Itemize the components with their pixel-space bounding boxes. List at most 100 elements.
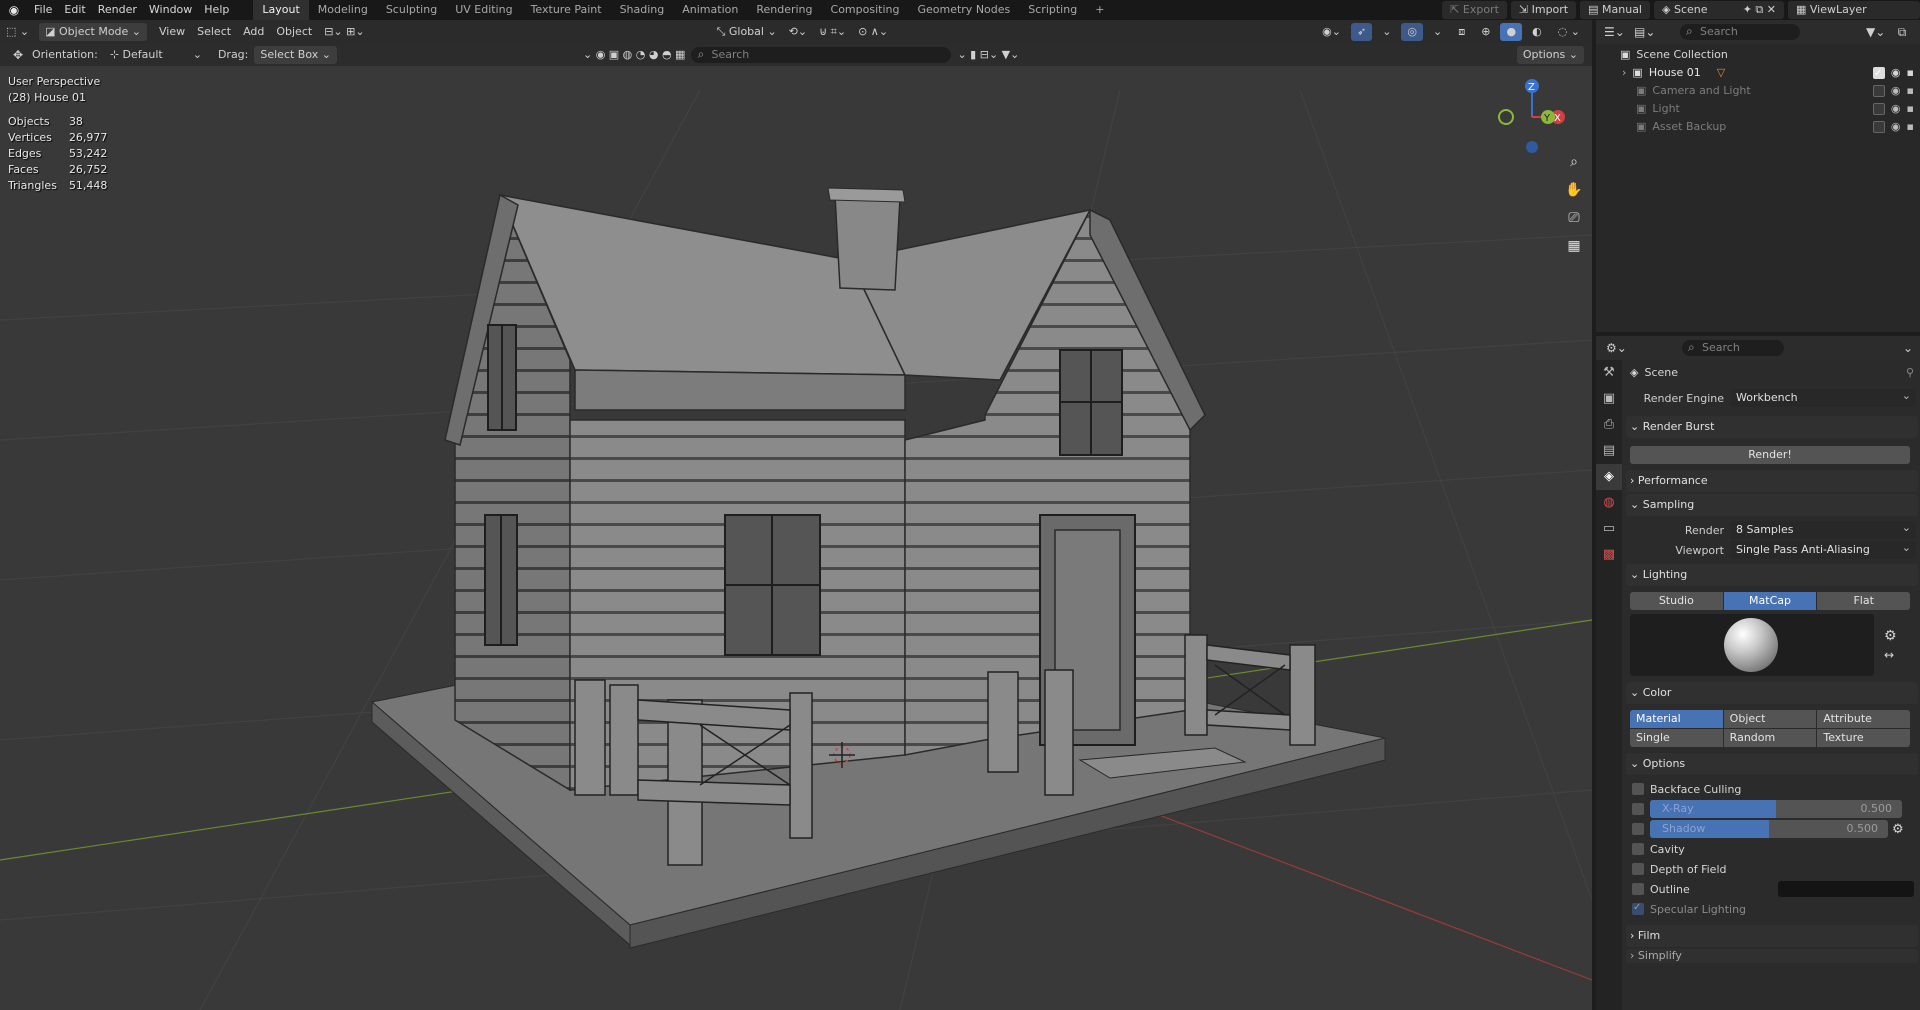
camera-view-icon[interactable]: ⎚ [1562,206,1586,230]
color-material[interactable]: Material [1630,710,1723,728]
viewlayer-selector[interactable]: ▦ ViewLayer [1788,1,1920,19]
cavity-checkbox[interactable] [1632,843,1644,855]
tab-layout[interactable]: Layout [253,0,309,20]
panel-film[interactable]: › Film [1626,925,1918,947]
move-tool-icon[interactable]: ✥ [10,47,26,63]
menu-window[interactable]: Window [143,0,198,20]
object-menu[interactable]: Object [270,23,318,41]
tab-compositing[interactable]: Compositing [822,0,909,20]
color-random[interactable]: Random [1723,729,1817,747]
pan-hand-icon[interactable]: ✋ [1562,178,1586,202]
select-menu[interactable]: Select [191,23,237,41]
gear-icon[interactable]: ⚙ [1884,628,1897,644]
camera-icon[interactable]: ▪ [1907,118,1914,136]
viewport-scene[interactable] [0,20,1592,1010]
flip-icon[interactable]: ↔ [1884,648,1897,662]
exclude-checkbox[interactable] [1872,121,1885,133]
render-engine-dropdown[interactable]: Workbench [1730,387,1916,407]
eye-icon[interactable]: ◉ [1891,118,1901,136]
3d-viewport[interactable]: ⬚ ⌄ ◪ Object Mode ⌄ View Select Add Obje… [0,20,1592,1010]
tab-uv-editing[interactable]: UV Editing [446,0,521,20]
editor-type-button[interactable]: ⬚ ⌄ [0,23,35,41]
gear-icon[interactable]: ⚙ [1892,822,1904,837]
specular-lighting-row[interactable]: Specular Lighting [1632,899,1918,919]
camera-icon[interactable]: ▪ [1907,100,1914,118]
shadow-checkbox[interactable] [1632,823,1644,835]
depth-of-field-row[interactable]: Depth of Field [1632,859,1918,879]
visibility-dropdown[interactable]: ◉⌄ [1316,23,1347,41]
xray-slider[interactable]: X-Ray 0.500 [1650,800,1902,818]
exclude-checkbox[interactable] [1872,85,1885,97]
lighting-flat[interactable]: Flat [1817,592,1911,610]
panel-lighting[interactable]: ⌄ Lighting [1626,564,1918,586]
navigation-gizmo[interactable]: Z X Y [1492,72,1572,162]
proportional-edit-toggle[interactable]: ⊙ ∧⌄ [852,23,894,41]
tab-rendering[interactable]: Rendering [747,0,821,20]
eye-icon[interactable]: ◉ [1891,82,1901,100]
display-mode-icon[interactable]: ▤⌄ [1634,24,1655,40]
xray-checkbox[interactable] [1632,803,1644,815]
outline-checkbox[interactable] [1632,883,1644,895]
tab-sculpting[interactable]: Sculpting [377,0,446,20]
specular-lighting-checkbox[interactable] [1632,903,1644,915]
color-single[interactable]: Single [1630,729,1723,747]
outliner-item-asset-backup[interactable]: ▣ Asset Backup ◉ ▪ [1596,118,1920,136]
tab-render[interactable]: ▣ [1596,386,1622,412]
pin-icon[interactable]: ⚲ [1906,366,1914,379]
chevron-down-icon[interactable]: ⌄ [1900,340,1916,356]
lighting-studio[interactable]: Studio [1630,592,1723,610]
blender-logo-icon[interactable]: ◉ [6,2,22,18]
view-menu[interactable]: View [153,23,191,41]
gizmo-toggle[interactable]: ➶ [1350,23,1373,41]
xray-toggle[interactable]: ⧈ [1452,23,1471,41]
ortho-grid-icon[interactable]: ▦ [1562,234,1586,258]
sampling-render-dropdown[interactable]: 8 Samples [1730,519,1916,539]
exclude-checkbox[interactable] [1872,67,1885,79]
tab-tool[interactable]: ⚒ [1596,360,1622,386]
panel-options[interactable]: ⌄ Options [1626,753,1918,775]
filter-icons[interactable]: ⌄ ◉ ▣ ◍ ◔ ◕ ◓ ▦ [577,46,691,64]
overlays-toggle[interactable]: ◎ [1401,23,1424,41]
backface-culling-checkbox[interactable] [1632,783,1644,795]
viewport-search-input[interactable]: Search [691,46,952,63]
import-button[interactable]: ⇲ Import [1510,1,1577,19]
tab-shading[interactable]: Shading [611,0,674,20]
panel-color[interactable]: ⌄ Color [1626,682,1918,704]
overlays-dropdown[interactable]: ⌄ [1427,23,1448,41]
panel-sampling[interactable]: ⌄ Sampling [1626,494,1918,516]
color-object[interactable]: Object [1723,710,1817,728]
filter-icon[interactable]: ▼⌄ [1866,24,1885,40]
tab-collection[interactable]: ▭ [1596,516,1622,542]
backface-culling-row[interactable]: Backface Culling [1632,779,1918,799]
camera-icon[interactable]: ▪ [1907,64,1914,82]
outliner-item-camera-and-light[interactable]: ▣ Camera and Light ◉ ▪ [1596,82,1920,100]
new-collection-icon[interactable]: ⧉ [1894,24,1910,40]
color-texture[interactable]: Texture [1817,729,1911,747]
mode-selector[interactable]: ◪ Object Mode ⌄ [39,23,148,41]
tab-modeling[interactable]: Modeling [309,0,377,20]
drag-dropdown[interactable]: Select Box ⌄ [254,46,337,64]
menu-render[interactable]: Render [92,0,143,20]
matcap-preview[interactable] [1630,614,1874,676]
manual-button[interactable]: ▤ Manual [1580,1,1650,19]
properties-editor-icon[interactable]: ⚙⌄ [1606,340,1627,356]
select-mode-buttons[interactable]: ⊟⌄ ⊞⌄ [318,23,370,41]
tab-texture-paint[interactable]: Texture Paint [522,0,611,20]
orientation-dropdown[interactable]: ⊹ Default ⌄ [104,46,208,64]
eye-icon[interactable]: ◉ [1891,100,1901,118]
pin-icon[interactable]: ✦ ⧉ ✕ [1743,1,1776,19]
eye-icon[interactable]: ◉ [1891,64,1901,82]
depth-of-field-checkbox[interactable] [1632,863,1644,875]
export-button[interactable]: ⇱ Export [1442,1,1507,19]
viewport-filter-buttons[interactable]: ⌄ ▮ ⊟⌄ ▼⌄ [951,46,1025,64]
exclude-checkbox[interactable] [1872,103,1885,115]
panel-simplify[interactable]: › Simplify [1626,949,1918,963]
tab-output[interactable]: ⎙ [1596,412,1622,438]
expand-arrow-icon[interactable]: › [1622,64,1626,82]
outliner-item-light[interactable]: ▣ Light ◉ ▪ [1596,100,1920,118]
add-menu[interactable]: Add [237,23,270,41]
sampling-viewport-dropdown[interactable]: Single Pass Anti-Aliasing [1730,539,1916,559]
tab-scene[interactable]: ◈ [1596,464,1622,490]
shading-rendered[interactable]: ◌ ⌄ [1552,23,1586,41]
properties-search-input[interactable]: Search [1682,339,1784,356]
